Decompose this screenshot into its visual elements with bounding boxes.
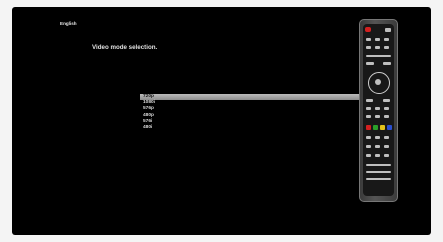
remote-face (363, 24, 394, 196)
remote-button-icon (375, 107, 380, 110)
power-button-icon (365, 27, 371, 32)
yellow-key-icon (380, 125, 385, 130)
remote-button-icon (366, 107, 371, 110)
remote-button-icon (384, 154, 389, 157)
tv-screen: English Video mode selection. 720p 1080i… (12, 7, 431, 235)
remote-button-icon (384, 107, 389, 110)
green-key-icon (373, 125, 378, 130)
remote-button-icon (375, 154, 380, 157)
ok-button-icon (375, 79, 381, 85)
remote-button-icon (384, 136, 389, 139)
remote-button-icon (366, 38, 371, 41)
blue-key-icon (387, 125, 392, 130)
video-mode-list[interactable]: 720p 1080i 576p 480p 576i 480i (140, 94, 362, 131)
remote-button-icon (375, 46, 380, 49)
red-key-icon (366, 125, 371, 130)
remote-button-icon (375, 145, 380, 148)
remote-button-icon (383, 99, 390, 102)
remote-button-icon (384, 46, 389, 49)
page-title: Video mode selection. (92, 44, 158, 51)
remote-control-image (359, 19, 398, 202)
remote-button-icon (366, 164, 391, 166)
remote-button-icon (383, 62, 391, 65)
remote-button-icon (384, 145, 389, 148)
remote-button-icon (375, 136, 380, 139)
remote-button-icon (375, 115, 380, 118)
remote-button-icon (366, 154, 371, 157)
remote-button-icon (366, 115, 371, 118)
remote-button-icon (366, 46, 371, 49)
video-mode-option[interactable]: 480i (140, 125, 362, 131)
remote-button-icon (384, 115, 389, 118)
remote-button-icon (375, 38, 380, 41)
remote-button-icon (366, 178, 391, 180)
remote-button-icon (366, 171, 391, 173)
remote-button-icon (366, 55, 391, 57)
remote-button-icon (366, 99, 373, 102)
remote-button-icon (366, 62, 374, 65)
remote-button-icon (385, 28, 391, 32)
remote-button-icon (366, 136, 371, 139)
remote-button-icon (384, 38, 389, 41)
language-label[interactable]: English (60, 21, 77, 26)
remote-button-icon (366, 145, 371, 148)
